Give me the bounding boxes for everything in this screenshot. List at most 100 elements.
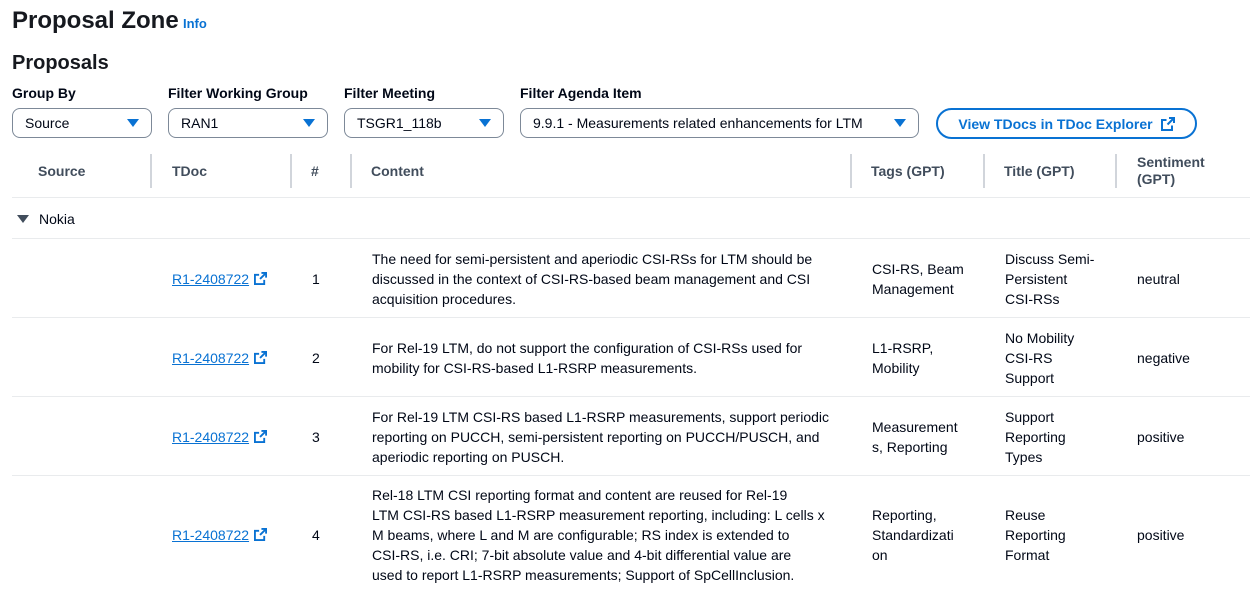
content-line: M beams, where L and M are configurable;… (372, 526, 790, 543)
content-line: reporting on PUCCH, semi-persistent repo… (372, 428, 820, 445)
agenda-item-filter: Filter Agenda Item 9.9.1 - Measurements … (520, 84, 919, 138)
content-line: acquisition procedures. (372, 290, 516, 307)
content-line: For Rel-19 LTM, do not support the confi… (372, 339, 803, 356)
tags-line: on (872, 546, 888, 563)
content-cell: Rel-18 LTM CSI reporting format and cont… (372, 476, 852, 591)
working-group-label: Filter Working Group (168, 85, 308, 101)
title-cell: Reuse Reporting Format (1005, 476, 1066, 591)
column-header-number[interactable]: # (311, 152, 319, 190)
tags-line: Reporting, (872, 506, 937, 523)
caret-down-icon (479, 119, 491, 127)
content-line: discussed in the context of CSI-RS-based… (372, 270, 811, 287)
tags-line: s, Reporting (872, 438, 948, 455)
title-cell: Support Reporting Types (1005, 397, 1066, 476)
sentiment-header-line2: (GPT) (1137, 171, 1176, 187)
working-group-filter: Filter Working Group RAN1 (168, 84, 328, 138)
caret-down-icon (127, 119, 139, 127)
external-link-icon[interactable] (254, 528, 268, 541)
tdoc-link[interactable]: R1-2408722 (172, 348, 249, 368)
column-header-sentiment[interactable]: Sentiment (GPT) (1137, 152, 1205, 190)
tags-cell: Reporting, Standardizati on (872, 476, 954, 591)
tags-cell: Measurement s, Reporting (872, 397, 958, 476)
tags-line: CSI-RS, Beam (872, 260, 964, 277)
external-link-icon[interactable] (254, 351, 268, 364)
title-line: Reporting (1005, 526, 1066, 543)
tags-cell: CSI-RS, Beam Management (872, 239, 964, 318)
title-line: Reuse (1005, 506, 1046, 523)
table-row: R1-2408722 3 For Rel-19 LTM CSI-RS based… (12, 397, 1250, 476)
column-resizer[interactable] (350, 154, 352, 188)
agenda-item-value: 9.9.1 - Measurements related enhancement… (533, 115, 863, 131)
working-group-select[interactable]: RAN1 (168, 108, 328, 138)
meeting-value: TSGR1_118b (357, 115, 442, 131)
tdoc-cell: R1-2408722 (172, 476, 268, 591)
view-tdocs-label: View TDocs in TDoc Explorer (958, 115, 1153, 132)
tdoc-cell: R1-2408722 (172, 397, 268, 476)
caret-down-icon (894, 119, 906, 127)
tags-line: Standardizati (872, 526, 954, 543)
content-line: For Rel-19 LTM CSI-RS based L1-RSRP meas… (372, 408, 829, 425)
tdoc-cell: R1-2408722 (172, 239, 268, 318)
column-header-source[interactable]: Source (38, 152, 85, 190)
expand-caret-icon[interactable] (17, 215, 29, 223)
caret-down-icon (303, 119, 315, 127)
tdoc-link[interactable]: R1-2408722 (172, 427, 249, 447)
table-row: R1-2408722 4 Rel-18 LTM CSI reporting fo… (12, 476, 1250, 591)
section-title: Proposals (12, 52, 109, 74)
column-header-title[interactable]: Title (GPT) (1004, 152, 1075, 190)
tags-line: Measurement (872, 418, 958, 435)
column-resizer[interactable] (850, 154, 852, 188)
tags-cell: L1-RSRP, Mobility (872, 318, 933, 397)
tdoc-cell: R1-2408722 (172, 318, 268, 397)
group-name: Nokia (39, 211, 75, 227)
sentiment-header-line1: Sentiment (1137, 154, 1205, 170)
title-line: Support (1005, 369, 1055, 386)
view-tdocs-button[interactable]: View TDocs in TDoc Explorer (936, 108, 1197, 139)
content-line: LTM CSI-RS based L1-RSRP measurement rep… (372, 506, 825, 523)
title-cell: Discuss Semi- Persistent CSI-RSs (1005, 239, 1094, 318)
table-row: R1-2408722 1 The need for semi-persisten… (12, 239, 1250, 318)
title-line: No Mobility (1005, 329, 1075, 346)
title-line: Format (1005, 546, 1050, 563)
column-header-tags[interactable]: Tags (GPT) (871, 152, 945, 190)
table-header: Source TDoc # Content Tags (GPT) Title (… (12, 152, 1250, 198)
title-line: Types (1005, 448, 1043, 465)
title-line: CSI-RSs (1005, 290, 1060, 307)
content-cell: For Rel-19 LTM CSI-RS based L1-RSRP meas… (372, 397, 842, 476)
number-cell: 4 (312, 526, 320, 543)
sentiment-cell: negative (1137, 349, 1190, 366)
working-group-value: RAN1 (181, 115, 219, 131)
number-cell: 2 (312, 349, 320, 366)
column-header-tdoc[interactable]: TDoc (172, 152, 207, 190)
external-link-icon[interactable] (254, 272, 268, 285)
column-resizer[interactable] (290, 154, 292, 188)
column-resizer[interactable] (1115, 154, 1117, 188)
tags-line: Mobility (872, 359, 920, 376)
external-link-icon[interactable] (254, 430, 268, 443)
column-header-content[interactable]: Content (371, 152, 424, 190)
tags-line: Management (872, 280, 954, 297)
title-line: Reporting (1005, 428, 1066, 445)
column-resizer[interactable] (983, 154, 985, 188)
content-line: used to report L1-RSRP measurements; Sup… (372, 566, 795, 583)
title-line: Support (1005, 408, 1055, 425)
page-title: Proposal Zone (12, 7, 179, 34)
tdoc-link[interactable]: R1-2408722 (172, 525, 249, 545)
group-by-value: Source (25, 115, 70, 131)
group-by-label: Group By (12, 85, 76, 101)
table-row: R1-2408722 2 For Rel-19 LTM, do not supp… (12, 318, 1250, 397)
number-cell: 3 (312, 428, 320, 445)
sentiment-cell: positive (1137, 428, 1185, 445)
info-link[interactable]: Info (183, 16, 207, 31)
external-link-icon (1160, 116, 1175, 131)
meeting-filter: Filter Meeting TSGR1_118b (344, 84, 504, 138)
agenda-item-label: Filter Agenda Item (520, 85, 642, 101)
content-line: The need for semi-persistent and aperiod… (372, 250, 813, 267)
sentiment-cell: positive (1137, 526, 1185, 543)
meeting-select[interactable]: TSGR1_118b (344, 108, 504, 138)
content-line: Rel-18 LTM CSI reporting format and cont… (372, 486, 788, 503)
tdoc-link[interactable]: R1-2408722 (172, 269, 249, 289)
column-resizer[interactable] (150, 154, 152, 188)
group-by-select[interactable]: Source (12, 108, 152, 138)
agenda-item-select[interactable]: 9.9.1 - Measurements related enhancement… (520, 108, 919, 138)
